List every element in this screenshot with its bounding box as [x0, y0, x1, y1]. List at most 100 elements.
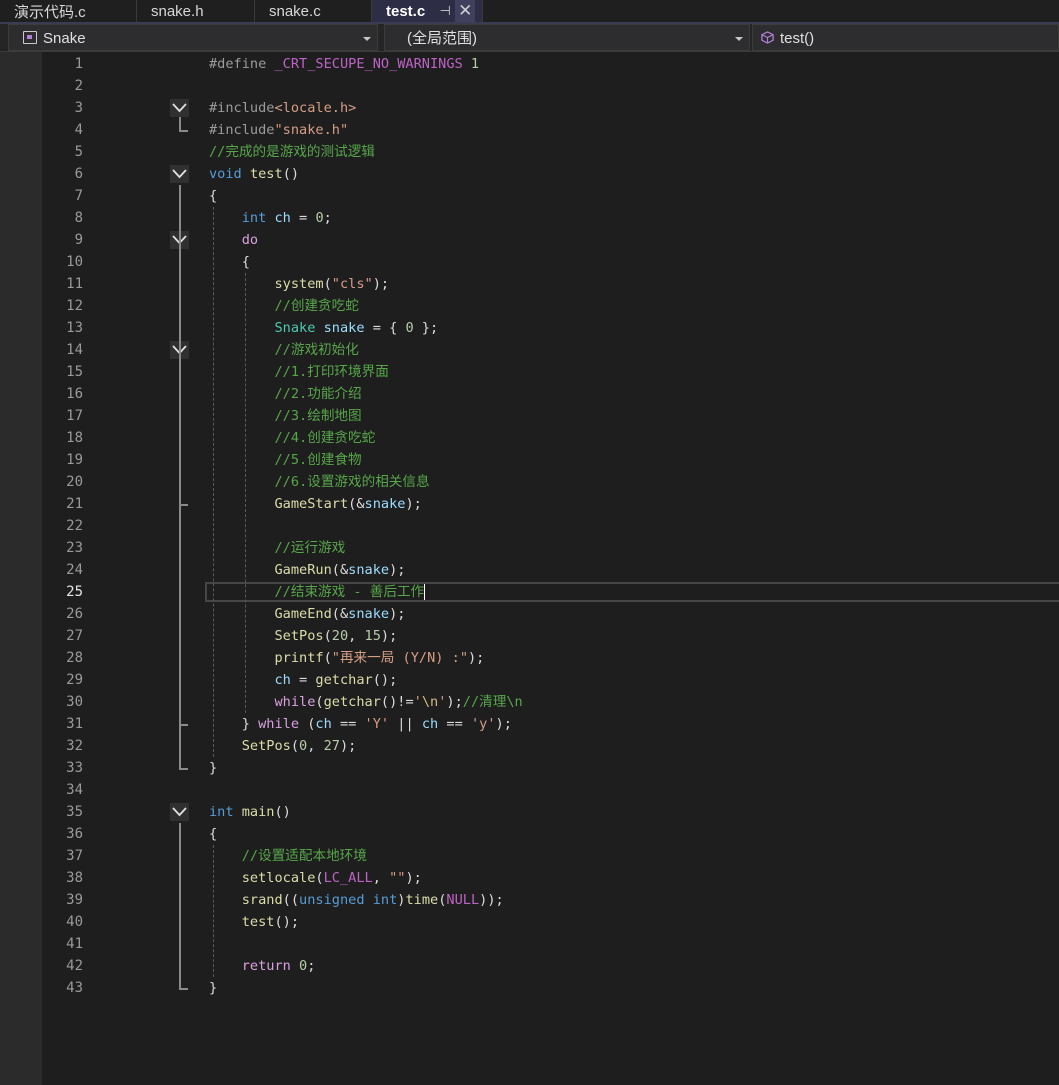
code-line[interactable]: 37 //设置适配本地环境: [0, 845, 1059, 867]
code-line[interactable]: 8 int ch = 0;: [0, 207, 1059, 229]
code-line[interactable]: 17 //3.绘制地图: [0, 405, 1059, 427]
code-token: //游戏初始化: [274, 342, 359, 358]
close-icon[interactable]: ✕: [455, 0, 476, 22]
code-text: GameEnd(&snake);: [209, 603, 405, 625]
code-token: snake: [323, 320, 365, 336]
code-token: #define: [209, 56, 275, 72]
collapse-icon[interactable]: [170, 165, 189, 183]
code-line[interactable]: 10 {: [0, 251, 1059, 273]
scope-dropdown[interactable]: (全局范围): [384, 24, 750, 51]
code-text: //完成的是游戏的测试逻辑: [209, 141, 375, 163]
pin-icon[interactable]: ⊣: [435, 0, 455, 22]
code-line[interactable]: 9 do: [0, 229, 1059, 251]
code-token: 0: [405, 320, 414, 336]
code-line[interactable]: 16 //2.功能介绍: [0, 383, 1059, 405]
code-text: printf("再来一局 (Y/N) :");: [209, 647, 484, 669]
code-token: //4.创建贪吃蛇: [274, 430, 376, 446]
code-line[interactable]: 6 void test(): [0, 163, 1059, 185]
line-number: 39: [66, 892, 83, 908]
code-text: //6.设置游戏的相关信息: [209, 471, 429, 493]
code-line[interactable]: 22: [0, 515, 1059, 537]
code-token: 20: [331, 628, 349, 644]
collapse-icon[interactable]: [170, 99, 189, 117]
code-line[interactable]: 2: [0, 75, 1059, 97]
project-dropdown[interactable]: Snake: [8, 24, 378, 51]
code-token: //5.创建食物: [274, 452, 362, 468]
code-line[interactable]: 21 GameStart(&snake);: [0, 493, 1059, 515]
code-line[interactable]: 29 ch = getchar();: [0, 669, 1059, 691]
code-line[interactable]: 41: [0, 933, 1059, 955]
code-line[interactable]: 1 #define _CRT_SECUPE_NO_WARNINGS 1: [0, 53, 1059, 75]
line-number: 13: [66, 320, 83, 336]
line-number: 12: [66, 298, 83, 314]
code-line[interactable]: 3 #include<locale.h>: [0, 97, 1059, 119]
code-line[interactable]: 11 system("cls");: [0, 273, 1059, 295]
code-token: ch: [315, 716, 332, 732]
code-token: );: [446, 694, 463, 710]
code-line[interactable]: 15 //1.打印环境界面: [0, 361, 1059, 383]
code-text: }: [209, 757, 217, 779]
collapse-icon[interactable]: [170, 803, 189, 821]
line-number: 32: [66, 738, 83, 754]
member-dropdown[interactable]: test(): [752, 24, 1059, 51]
code-line[interactable]: 38 setlocale(LC_ALL, "");: [0, 867, 1059, 889]
tab-demo-code[interactable]: 演示代码.c: [0, 0, 137, 22]
code-line[interactable]: 39 srand((unsigned int)time(NULL));: [0, 889, 1059, 911]
code-line[interactable]: 24 GameRun(&snake);: [0, 559, 1059, 581]
code-token: (: [323, 276, 332, 292]
code-line[interactable]: 31 } while (ch == 'Y' || ch == 'y');: [0, 713, 1059, 735]
code-token: }: [209, 980, 218, 996]
code-line[interactable]: 4 #include"snake.h": [0, 119, 1059, 141]
code-line[interactable]: 35 int main(): [0, 801, 1059, 823]
tab-snake-h[interactable]: snake.h: [137, 0, 255, 22]
code-token: ': [413, 694, 422, 710]
code-line[interactable]: 19 //5.创建食物: [0, 449, 1059, 471]
line-number: 15: [66, 364, 83, 380]
code-token: {: [209, 254, 250, 270]
code-line[interactable]: 23 //运行游戏: [0, 537, 1059, 559]
method-cube-icon: [761, 31, 774, 44]
code-text: //创建贪吃蛇: [209, 295, 359, 317]
indent-guide: [213, 845, 214, 977]
code-line[interactable]: 26 GameEnd(&snake);: [0, 603, 1059, 625]
code-line[interactable]: 27 SetPos(20, 15);: [0, 625, 1059, 647]
code-line[interactable]: 32 SetPos(0, 27);: [0, 735, 1059, 757]
code-line[interactable]: 28 printf("再来一局 (Y/N) :");: [0, 647, 1059, 669]
code-line[interactable]: 12 //创建贪吃蛇: [0, 295, 1059, 317]
tab-snake-c[interactable]: snake.c: [255, 0, 372, 22]
code-line[interactable]: 18 //4.创建贪吃蛇: [0, 427, 1059, 449]
code-token: //创建贪吃蛇: [274, 298, 359, 314]
code-line[interactable]: 40 test();: [0, 911, 1059, 933]
code-line[interactable]: 13 Snake snake = { 0 };: [0, 317, 1059, 339]
code-text: system("cls");: [209, 273, 389, 295]
code-line[interactable]: 42 return 0;: [0, 955, 1059, 977]
code-line[interactable]: 5 //完成的是游戏的测试逻辑: [0, 141, 1059, 163]
code-text: //游戏初始化: [209, 339, 359, 361]
code-line[interactable]: 34: [0, 779, 1059, 801]
code-line[interactable]: 43}: [0, 977, 1059, 999]
line-number: 17: [66, 408, 83, 424]
line-number: 7: [74, 188, 83, 204]
code-line[interactable]: 25 //结束游戏 - 善后工作: [0, 581, 1059, 603]
code-line[interactable]: 36 {: [0, 823, 1059, 845]
code-text: SetPos(0, 27);: [209, 735, 357, 757]
code-line[interactable]: 30 while(getchar()!='\n');//清理\n: [0, 691, 1059, 713]
code-token: GameEnd: [274, 606, 332, 622]
line-number: 28: [66, 650, 83, 666]
code-token: );: [495, 716, 512, 732]
code-text: {: [209, 185, 217, 207]
outline-tick: [179, 724, 188, 726]
code-line[interactable]: 14 //游戏初始化: [0, 339, 1059, 361]
line-number: 42: [66, 958, 83, 974]
code-line[interactable]: 33}: [0, 757, 1059, 779]
code-line[interactable]: 20 //6.设置游戏的相关信息: [0, 471, 1059, 493]
code-editor[interactable]: 1 #define _CRT_SECUPE_NO_WARNINGS 1 2 3 #inc…: [0, 52, 1059, 1085]
code-token: Snake: [274, 320, 316, 336]
tab-test-c[interactable]: test.c ⊣ ✕: [372, 0, 483, 22]
code-line[interactable]: 7{: [0, 185, 1059, 207]
